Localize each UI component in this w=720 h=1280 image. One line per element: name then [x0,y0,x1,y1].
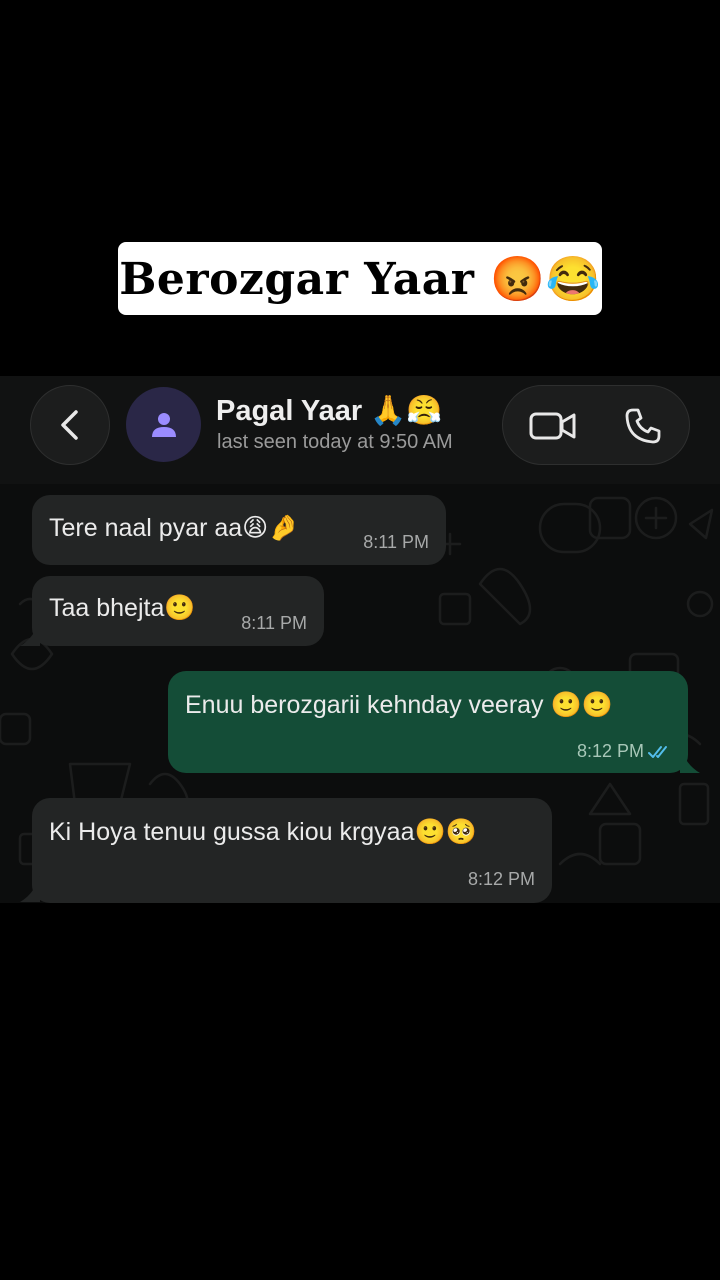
message-time: 8:12 PM [467,869,535,889]
message-text: Ki Hoya tenuu gussa kiou krgyaa🙂🥺 [49,818,477,846]
message-time: 8:11 PM [241,613,307,633]
back-button[interactable] [30,385,110,465]
bubble-tail [20,620,40,646]
message-time: 8:12 PM [576,741,644,761]
message-bubble-incoming[interactable]: Taa bhejta🙂 8:11 PM [32,576,324,646]
avatar[interactable] [126,387,201,462]
chat-screenshot: Pagal Yaar 🙏😤 last seen today at 9:50 AM [0,376,720,903]
read-receipt-icon [648,746,667,758]
caption-banner: Berozgar Yaar 😡😂 [118,242,602,315]
video-call-button[interactable] [527,406,579,446]
message-time: 8:11 PM [363,532,429,552]
page: Berozgar Yaar 😡😂 Pagal Yaar 🙏😤 last seen… [0,0,720,1280]
message-bubble-incoming[interactable]: Tere naal pyar aa😩🤌 8:11 PM [32,495,446,565]
video-camera-icon [529,412,576,440]
voice-call-button[interactable] [621,404,665,448]
chat-header: Pagal Yaar 🙏😤 last seen today at 9:50 AM [0,376,720,484]
bubble-tail [20,876,40,902]
last-seen-status: last seen today at 9:50 AM [217,431,453,453]
bubble-tail [680,747,700,773]
person-icon [151,412,176,437]
message-text: Tere naal pyar aa😩🤌 [49,514,300,542]
call-actions [502,385,690,465]
caption-text: Berozgar Yaar 😡😂 [119,253,601,305]
contact-name[interactable]: Pagal Yaar 🙏😤 [216,394,442,428]
message-text: Enuu berozgarii kehnday veeray 🙂🙂 [185,691,613,719]
chevron-left-icon [61,410,78,440]
message-bubble-incoming[interactable]: Ki Hoya tenuu gussa kiou krgyaa🙂🥺 8:12 P… [32,798,552,903]
message-text: Taa bhejta🙂 [49,594,196,622]
phone-icon [625,408,661,444]
message-bubble-outgoing[interactable]: Enuu berozgarii kehnday veeray 🙂🙂 8:12 P… [168,671,688,773]
